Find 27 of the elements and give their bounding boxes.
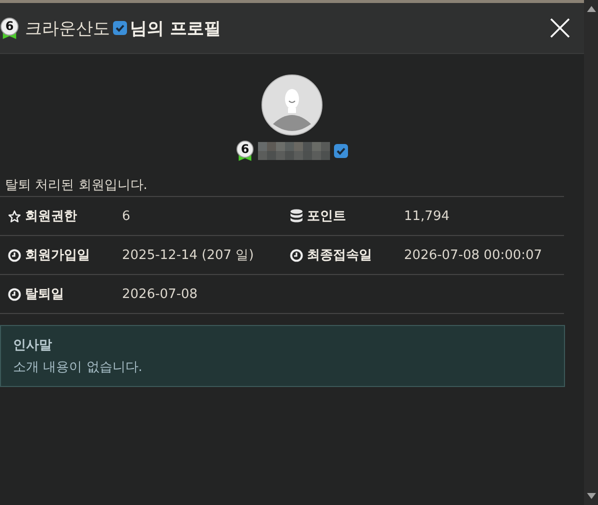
clock-icon	[290, 248, 303, 262]
star-icon	[8, 210, 21, 222]
field-value: 2025-12-14 (207 일)	[122, 247, 254, 264]
field-value: 11,794	[404, 208, 450, 224]
field-label: 회원권한	[25, 208, 77, 225]
field-label: 회원가입일	[25, 247, 90, 264]
field-label: 최종접속일	[307, 247, 372, 264]
dialog-title: 님의 프로필	[130, 18, 221, 40]
redacted-name-drawing	[258, 142, 330, 160]
field-label: 탈퇴일	[25, 286, 64, 303]
field-label: 포인트	[307, 208, 346, 225]
field-value: 6	[122, 208, 130, 224]
member-name: 크라운산도	[25, 18, 110, 40]
close-button[interactable]	[548, 16, 572, 40]
clock-icon	[8, 248, 21, 262]
scroll-up-icon[interactable]	[586, 6, 596, 12]
withdrawn-notice: 탈퇴 처리된 회원입니다.	[4, 177, 148, 195]
clock-icon	[8, 288, 21, 300]
greeting-text: 소개 내용이 없습니다.	[13, 359, 144, 376]
field-value: 2026-07-08 00:00:07	[404, 248, 542, 262]
scroll-down-icon[interactable]	[586, 493, 596, 499]
avatar-icon	[261, 74, 323, 136]
field-value: 2026-07-08	[122, 286, 198, 302]
greeting-title: 인사말	[13, 337, 53, 354]
database-icon	[290, 209, 303, 223]
scrollbar[interactable]	[584, 0, 598, 505]
verified-check-icon	[113, 21, 127, 35]
